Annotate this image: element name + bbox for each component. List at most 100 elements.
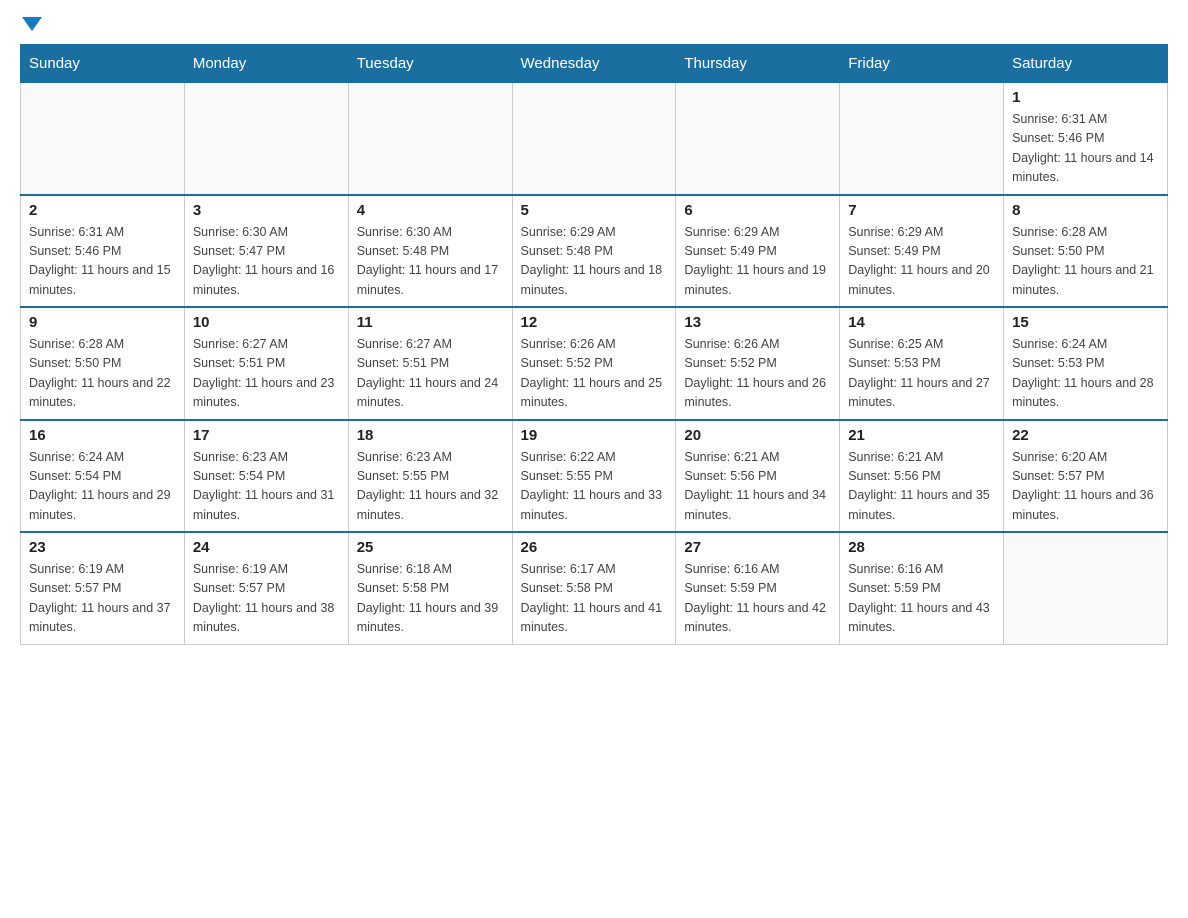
- calendar-day-cell: 23 Sunrise: 6:19 AMSunset: 5:57 PMDayligh…: [21, 532, 185, 644]
- day-number: 6: [684, 202, 831, 219]
- day-of-week-header: Monday: [184, 45, 348, 83]
- day-info: Sunrise: 6:30 AMSunset: 5:47 PMDaylight:…: [193, 223, 340, 301]
- calendar-day-cell: 8 Sunrise: 6:28 AMSunset: 5:50 PMDaylight…: [1004, 195, 1168, 308]
- day-number: 12: [521, 314, 668, 331]
- day-info: Sunrise: 6:27 AMSunset: 5:51 PMDaylight:…: [357, 335, 504, 413]
- day-number: 2: [29, 202, 176, 219]
- day-info: Sunrise: 6:26 AMSunset: 5:52 PMDaylight:…: [521, 335, 668, 413]
- day-info: Sunrise: 6:16 AMSunset: 5:59 PMDaylight:…: [848, 560, 995, 638]
- calendar-day-cell: [21, 83, 185, 195]
- day-info: Sunrise: 6:24 AMSunset: 5:54 PMDaylight:…: [29, 448, 176, 526]
- calendar-day-cell: 21 Sunrise: 6:21 AMSunset: 5:56 PMDayligh…: [840, 420, 1004, 533]
- day-info: Sunrise: 6:21 AMSunset: 5:56 PMDaylight:…: [848, 448, 995, 526]
- day-of-week-header: Saturday: [1004, 45, 1168, 83]
- calendar-day-cell: 19 Sunrise: 6:22 AMSunset: 5:55 PMDayligh…: [512, 420, 676, 533]
- calendar-day-cell: 10 Sunrise: 6:27 AMSunset: 5:51 PMDayligh…: [184, 307, 348, 420]
- calendar-header-row: SundayMondayTuesdayWednesdayThursdayFrid…: [21, 45, 1168, 83]
- calendar-day-cell: 9 Sunrise: 6:28 AMSunset: 5:50 PMDaylight…: [21, 307, 185, 420]
- day-of-week-header: Thursday: [676, 45, 840, 83]
- day-info: Sunrise: 6:24 AMSunset: 5:53 PMDaylight:…: [1012, 335, 1159, 413]
- calendar-day-cell: 15Sunrise: 6:24 AMSunset: 5:53 PMDayligh…: [1004, 307, 1168, 420]
- day-number: 4: [357, 202, 504, 219]
- day-number: 8: [1012, 202, 1159, 219]
- day-info: Sunrise: 6:19 AMSunset: 5:57 PMDaylight:…: [29, 560, 176, 638]
- day-number: 25: [357, 539, 504, 556]
- calendar-day-cell: 27 Sunrise: 6:16 AMSunset: 5:59 PMDayligh…: [676, 532, 840, 644]
- calendar-day-cell: 26 Sunrise: 6:17 AMSunset: 5:58 PMDayligh…: [512, 532, 676, 644]
- day-number: 27: [684, 539, 831, 556]
- day-info: Sunrise: 6:18 AMSunset: 5:58 PMDaylight:…: [357, 560, 504, 638]
- day-number: 24: [193, 539, 340, 556]
- calendar-day-cell: 17 Sunrise: 6:23 AMSunset: 5:54 PMDayligh…: [184, 420, 348, 533]
- day-info: Sunrise: 6:23 AMSunset: 5:55 PMDaylight:…: [357, 448, 504, 526]
- day-number: 3: [193, 202, 340, 219]
- calendar-day-cell: 12 Sunrise: 6:26 AMSunset: 5:52 PMDayligh…: [512, 307, 676, 420]
- day-info: Sunrise: 6:19 AMSunset: 5:57 PMDaylight:…: [193, 560, 340, 638]
- day-info: Sunrise: 6:29 AMSunset: 5:48 PMDaylight:…: [521, 223, 668, 301]
- calendar-day-cell: 25 Sunrise: 6:18 AMSunset: 5:58 PMDayligh…: [348, 532, 512, 644]
- day-info: Sunrise: 6:29 AMSunset: 5:49 PMDaylight:…: [848, 223, 995, 301]
- calendar-table: SundayMondayTuesdayWednesdayThursdayFrid…: [20, 44, 1168, 645]
- day-number: 23: [29, 539, 176, 556]
- calendar-day-cell: 11Sunrise: 6:27 AMSunset: 5:51 PMDayligh…: [348, 307, 512, 420]
- day-number: 21: [848, 427, 995, 444]
- day-info: Sunrise: 6:30 AMSunset: 5:48 PMDaylight:…: [357, 223, 504, 301]
- calendar-day-cell: 28 Sunrise: 6:16 AMSunset: 5:59 PMDayligh…: [840, 532, 1004, 644]
- day-info: Sunrise: 6:28 AMSunset: 5:50 PMDaylight:…: [1012, 223, 1159, 301]
- calendar-day-cell: 5 Sunrise: 6:29 AMSunset: 5:48 PMDaylight…: [512, 195, 676, 308]
- day-number: 14: [848, 314, 995, 331]
- logo-triangle-icon: [22, 17, 42, 31]
- day-number: 10: [193, 314, 340, 331]
- day-of-week-header: Wednesday: [512, 45, 676, 83]
- day-number: 28: [848, 539, 995, 556]
- calendar-day-cell: 4 Sunrise: 6:30 AMSunset: 5:48 PMDaylight…: [348, 195, 512, 308]
- calendar-day-cell: 7 Sunrise: 6:29 AMSunset: 5:49 PMDaylight…: [840, 195, 1004, 308]
- calendar-day-cell: 22 Sunrise: 6:20 AMSunset: 5:57 PMDayligh…: [1004, 420, 1168, 533]
- day-info: Sunrise: 6:31 AMSunset: 5:46 PMDaylight:…: [1012, 110, 1159, 188]
- day-info: Sunrise: 6:22 AMSunset: 5:55 PMDaylight:…: [521, 448, 668, 526]
- day-number: 20: [684, 427, 831, 444]
- day-info: Sunrise: 6:31 AMSunset: 5:46 PMDaylight:…: [29, 223, 176, 301]
- calendar-day-cell: [676, 83, 840, 195]
- calendar-week-row: 1Sunrise: 6:31 AMSunset: 5:46 PMDaylight…: [21, 83, 1168, 195]
- day-number: 22: [1012, 427, 1159, 444]
- calendar-week-row: 16 Sunrise: 6:24 AMSunset: 5:54 PMDayligh…: [21, 420, 1168, 533]
- day-number: 13: [684, 314, 831, 331]
- calendar-day-cell: 2 Sunrise: 6:31 AMSunset: 5:46 PMDaylight…: [21, 195, 185, 308]
- day-number: 26: [521, 539, 668, 556]
- day-number: 19: [521, 427, 668, 444]
- calendar-day-cell: [184, 83, 348, 195]
- day-info: Sunrise: 6:28 AMSunset: 5:50 PMDaylight:…: [29, 335, 176, 413]
- day-number: 17: [193, 427, 340, 444]
- calendar-day-cell: 16 Sunrise: 6:24 AMSunset: 5:54 PMDayligh…: [21, 420, 185, 533]
- day-info: Sunrise: 6:21 AMSunset: 5:56 PMDaylight:…: [684, 448, 831, 526]
- calendar-day-cell: 1Sunrise: 6:31 AMSunset: 5:46 PMDaylight…: [1004, 83, 1168, 195]
- calendar-day-cell: 14 Sunrise: 6:25 AMSunset: 5:53 PMDayligh…: [840, 307, 1004, 420]
- day-info: Sunrise: 6:25 AMSunset: 5:53 PMDaylight:…: [848, 335, 995, 413]
- day-of-week-header: Tuesday: [348, 45, 512, 83]
- day-info: Sunrise: 6:23 AMSunset: 5:54 PMDaylight:…: [193, 448, 340, 526]
- calendar-day-cell: 20 Sunrise: 6:21 AMSunset: 5:56 PMDayligh…: [676, 420, 840, 533]
- calendar-day-cell: 3 Sunrise: 6:30 AMSunset: 5:47 PMDaylight…: [184, 195, 348, 308]
- day-number: 9: [29, 314, 176, 331]
- day-of-week-header: Sunday: [21, 45, 185, 83]
- day-info: Sunrise: 6:20 AMSunset: 5:57 PMDaylight:…: [1012, 448, 1159, 526]
- day-number: 16: [29, 427, 176, 444]
- day-number: 7: [848, 202, 995, 219]
- calendar-day-cell: 13Sunrise: 6:26 AMSunset: 5:52 PMDayligh…: [676, 307, 840, 420]
- page-header: [20, 20, 1168, 34]
- day-of-week-header: Friday: [840, 45, 1004, 83]
- calendar-week-row: 2 Sunrise: 6:31 AMSunset: 5:46 PMDaylight…: [21, 195, 1168, 308]
- day-info: Sunrise: 6:27 AMSunset: 5:51 PMDaylight:…: [193, 335, 340, 413]
- calendar-day-cell: 18 Sunrise: 6:23 AMSunset: 5:55 PMDayligh…: [348, 420, 512, 533]
- day-info: Sunrise: 6:29 AMSunset: 5:49 PMDaylight:…: [684, 223, 831, 301]
- calendar-day-cell: 24 Sunrise: 6:19 AMSunset: 5:57 PMDayligh…: [184, 532, 348, 644]
- day-number: 18: [357, 427, 504, 444]
- day-info: Sunrise: 6:17 AMSunset: 5:58 PMDaylight:…: [521, 560, 668, 638]
- calendar-day-cell: [840, 83, 1004, 195]
- day-info: Sunrise: 6:16 AMSunset: 5:59 PMDaylight:…: [684, 560, 831, 638]
- calendar-day-cell: [1004, 532, 1168, 644]
- calendar-day-cell: [512, 83, 676, 195]
- day-number: 5: [521, 202, 668, 219]
- calendar-week-row: 23 Sunrise: 6:19 AMSunset: 5:57 PMDayligh…: [21, 532, 1168, 644]
